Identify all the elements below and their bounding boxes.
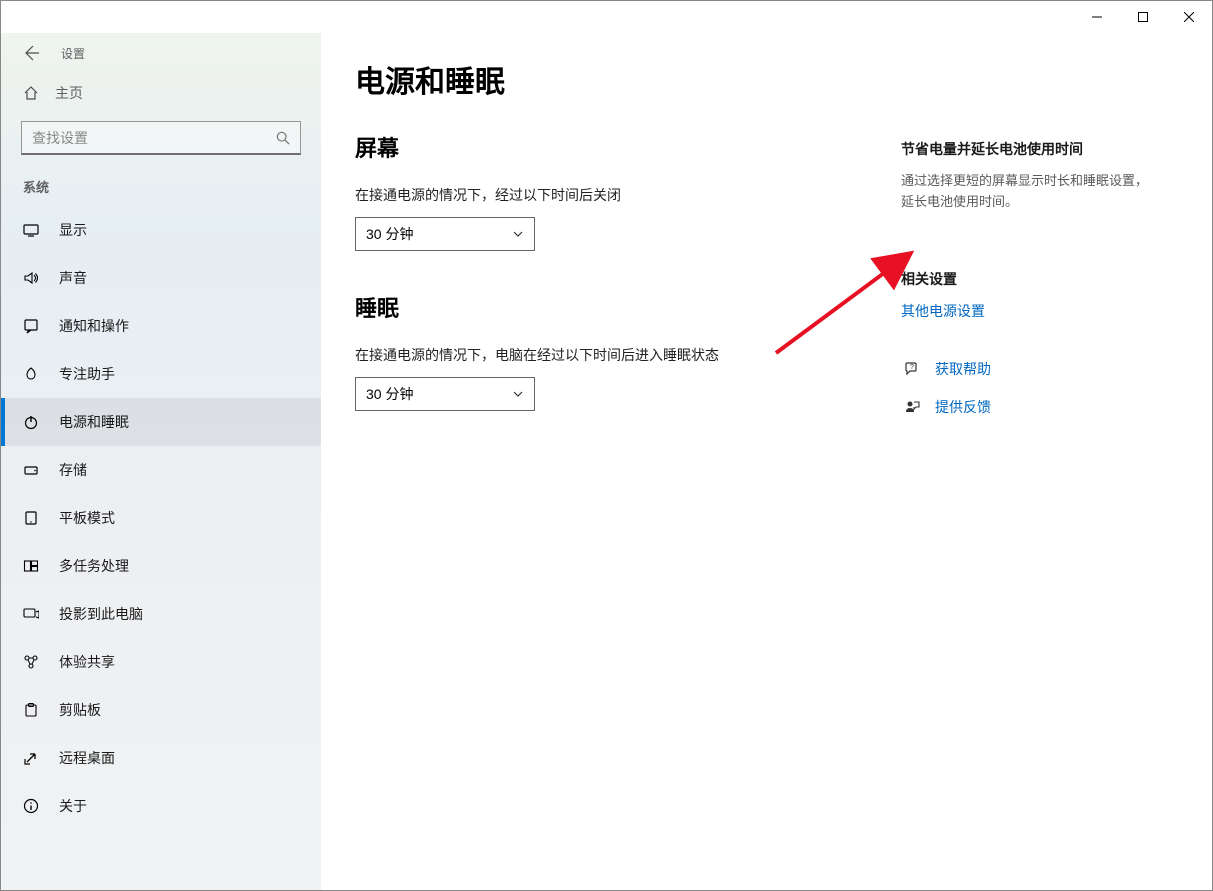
display-icon <box>23 222 39 238</box>
about-icon <box>23 798 39 814</box>
tip-header: 节省电量并延长电池使用时间 <box>901 139 1182 159</box>
help-icon: ? <box>901 361 923 377</box>
window-title: 设置 <box>61 45 85 62</box>
screen-section-header: 屏幕 <box>355 131 881 163</box>
give-feedback-label: 提供反馈 <box>935 397 991 417</box>
storage-icon <box>23 462 39 478</box>
close-button[interactable] <box>1166 1 1212 33</box>
sidebar-item-tablet-mode[interactable]: 平板模式 <box>1 494 321 542</box>
sleep-timeout-value: 30 分钟 <box>366 384 413 404</box>
sidebar-item-label: 专注助手 <box>59 364 115 384</box>
chevron-down-icon <box>512 388 524 400</box>
maximize-button[interactable] <box>1120 1 1166 33</box>
sidebar-item-label: 存储 <box>59 460 87 480</box>
sleep-field-label: 在接通电源的情况下，电脑在经过以下时间后进入睡眠状态 <box>355 345 881 365</box>
svg-text:?: ? <box>910 364 914 371</box>
chevron-down-icon <box>512 228 524 240</box>
notifications-icon <box>23 318 39 334</box>
sidebar-item-label: 平板模式 <box>59 508 115 528</box>
sidebar-item-notifications[interactable]: 通知和操作 <box>1 302 321 350</box>
sidebar-item-label: 声音 <box>59 268 87 288</box>
remote-desktop-icon <box>23 750 39 766</box>
sound-icon <box>23 270 39 286</box>
sidebar-item-clipboard[interactable]: 剪贴板 <box>1 686 321 734</box>
related-settings-header: 相关设置 <box>901 269 1182 289</box>
sleep-timeout-select[interactable]: 30 分钟 <box>355 377 535 411</box>
search-box[interactable] <box>21 121 301 155</box>
sidebar-section-label: 系统 <box>1 163 321 206</box>
sidebar-item-power-sleep[interactable]: 电源和睡眠 <box>1 398 321 446</box>
sidebar: 设置 主页 系统 显示 声音 <box>1 33 321 890</box>
sidebar-item-label: 多任务处理 <box>59 556 129 576</box>
sidebar-item-about[interactable]: 关于 <box>1 782 321 830</box>
sidebar-home-label: 主页 <box>55 83 83 103</box>
tablet-icon <box>23 510 39 526</box>
clipboard-icon <box>23 702 39 718</box>
shared-experiences-icon <box>23 654 39 670</box>
feedback-icon <box>901 399 923 415</box>
sidebar-item-project[interactable]: 投影到此电脑 <box>1 590 321 638</box>
sidebar-item-label: 远程桌面 <box>59 748 115 768</box>
sidebar-item-multitasking[interactable]: 多任务处理 <box>1 542 321 590</box>
multitasking-icon <box>23 558 39 574</box>
tip-text: 通过选择更短的屏幕显示时长和睡眠设置，延长电池使用时间。 <box>901 171 1151 213</box>
search-icon <box>266 131 300 145</box>
sidebar-item-sound[interactable]: 声音 <box>1 254 321 302</box>
sidebar-item-label: 剪贴板 <box>59 700 101 720</box>
sidebar-item-label: 投影到此电脑 <box>59 604 143 624</box>
sidebar-item-shared-experiences[interactable]: 体验共享 <box>1 638 321 686</box>
give-feedback-link[interactable]: 提供反馈 <box>901 397 1182 417</box>
main-content: 电源和睡眠 屏幕 在接通电源的情况下，经过以下时间后关闭 30 分钟 睡眠 在接… <box>321 33 1212 890</box>
screen-timeout-select[interactable]: 30 分钟 <box>355 217 535 251</box>
sidebar-item-remote-desktop[interactable]: 远程桌面 <box>1 734 321 782</box>
get-help-link[interactable]: ? 获取帮助 <box>901 359 1182 379</box>
back-button[interactable] <box>15 37 47 69</box>
sidebar-item-label: 体验共享 <box>59 652 115 672</box>
sleep-section-header: 睡眠 <box>355 291 881 323</box>
sidebar-home[interactable]: 主页 <box>1 73 321 113</box>
sidebar-item-storage[interactable]: 存储 <box>1 446 321 494</box>
sidebar-item-label: 通知和操作 <box>59 316 129 336</box>
focus-assist-icon <box>23 366 39 382</box>
sidebar-item-focus-assist[interactable]: 专注助手 <box>1 350 321 398</box>
sidebar-item-display[interactable]: 显示 <box>1 206 321 254</box>
sidebar-item-label: 关于 <box>59 796 87 816</box>
home-icon <box>23 85 39 101</box>
screen-timeout-value: 30 分钟 <box>366 224 413 244</box>
page-title: 电源和睡眠 <box>355 57 881 101</box>
additional-power-settings-link[interactable]: 其他电源设置 <box>901 301 1182 321</box>
screen-field-label: 在接通电源的情况下，经过以下时间后关闭 <box>355 185 881 205</box>
sidebar-item-label: 显示 <box>59 220 87 240</box>
search-input[interactable] <box>22 130 266 146</box>
project-icon <box>23 606 39 622</box>
titlebar <box>1 1 1212 33</box>
minimize-button[interactable] <box>1074 1 1120 33</box>
sidebar-item-label: 电源和睡眠 <box>59 412 129 432</box>
sidebar-nav-list: 显示 声音 通知和操作 专注助手 电源和睡眠 存储 <box>1 206 321 830</box>
get-help-label: 获取帮助 <box>935 359 991 379</box>
power-icon <box>23 414 39 430</box>
